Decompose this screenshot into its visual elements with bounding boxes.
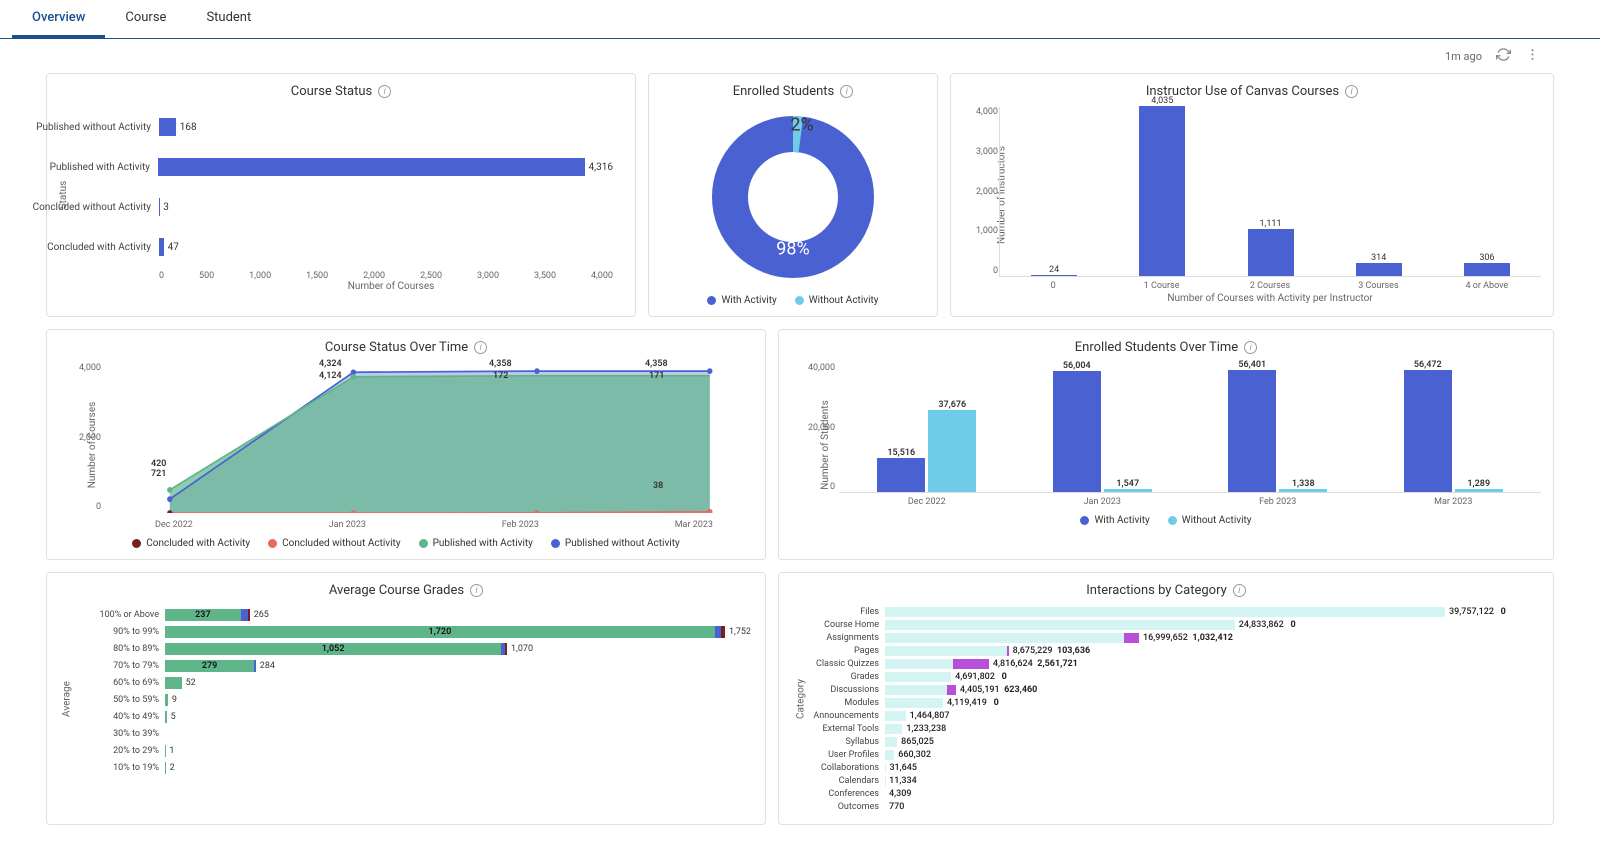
chart-title: Interactions by Category [1086,583,1227,598]
tab-overview[interactable]: Overview [12,0,105,38]
bar-row: 40% to 49%5 [89,708,753,725]
svg-text:98%: 98% [776,239,809,260]
bar-row: 100% or Above237265 [89,606,753,623]
bar-row: Pages8,675,229 103,636 [797,645,1541,657]
x-axis-label: Number of Courses [159,281,623,292]
card-enrolled-time: Enrolled Students Over Timei Number of S… [778,329,1554,560]
bar-row: Conferences4,309 [797,788,1541,800]
bar-row: Classic Quizzes4,816,624 2,561,721 [797,658,1541,670]
card-instructor-use: Instructor Use of Canvas Coursesi Number… [950,73,1554,317]
info-icon[interactable]: i [1345,85,1358,98]
x-axis-label: Number of Courses with Activity per Inst… [999,293,1541,304]
y-axis-label: Category [796,678,807,718]
bar-group: 56,4011,338 [1190,360,1366,492]
bar-row: 30% to 39% [89,725,753,742]
bar-row: Outcomes770 [797,801,1541,813]
bar-col: 4,035 [1108,96,1216,276]
card-avg-grades: Average Course Grades i Average 100% or A… [46,572,766,825]
bar-row: Concluded with Activity47 [159,227,613,267]
more-icon[interactable] [1525,47,1540,65]
card-course-status-time: Course Status Over Timei Number of Cours… [46,329,766,560]
bar-row: Files39,757,122 0 [797,606,1541,618]
legend: With Activity Without Activity [661,295,925,306]
bar-row: Grades4,691,802 0 [797,671,1541,683]
bar-row: Modules4,119,419 0 [797,697,1541,709]
tab-course[interactable]: Course [105,0,186,38]
donut-chart: 98% 2% [703,107,883,287]
bar-group: 56,4721,289 [1366,360,1542,492]
legend: With Activity Without Activity [791,515,1541,526]
bar-col: 1,111 [1216,219,1324,276]
bar-row: 60% to 69%52 [89,674,753,691]
card-enrolled-students: Enrolled Students i 98% 2% With Activity … [648,73,938,317]
info-icon[interactable]: i [474,341,487,354]
svg-text:2%: 2% [790,114,813,135]
info-icon[interactable]: i [470,584,483,597]
bar-row: Collaborations31,645 [797,762,1541,774]
bar-row: Concluded without Activity3 [159,187,613,227]
last-refreshed: 1m ago [1445,50,1482,63]
legend: Concluded with Activity Concluded withou… [59,538,753,549]
bar-row: Published with Activity4,316 [159,147,613,187]
bar-row: 10% to 19%2 [89,759,753,776]
bar-row: 70% to 79%279284 [89,657,753,674]
bar-row: Discussions4,405,191 623,460 [797,684,1541,696]
card-interactions: Interactions by Category i Category Files… [778,572,1554,825]
chart-title: Average Course Grades [329,583,464,598]
bar-col: 24 [1000,265,1108,276]
y-axis-label: Status [58,181,69,210]
bar-group: 56,0041,547 [1015,361,1191,492]
tabs: Overview Course Student [0,0,1600,39]
bar-row: Course Home24,833,862 0 [797,619,1541,631]
y-axis-label: Average [61,681,72,717]
info-icon[interactable]: i [378,85,391,98]
bar-row: Calendars11,334 [797,775,1541,787]
card-course-status: Course Status i Status Published without … [46,73,636,317]
bar-row: User Profiles660,302 [797,749,1541,761]
info-icon[interactable]: i [1233,584,1246,597]
bar-row: Announcements1,464,807 [797,710,1541,722]
info-icon[interactable]: i [840,85,853,98]
bar-row: 50% to 59%9 [89,691,753,708]
bar-col: 306 [1433,253,1541,276]
bar-row: 20% to 29%1 [89,742,753,759]
chart-title: Enrolled Students Over Time [1075,340,1238,355]
chart-title: Enrolled Students [733,84,835,99]
bar-row: Published without Activity168 [159,107,613,147]
tab-student[interactable]: Student [186,0,271,38]
info-icon[interactable]: i [1244,341,1257,354]
bar-row: External Tools1,233,238 [797,723,1541,735]
bar-row: 80% to 89%1,0521,070 [89,640,753,657]
bar-col: 314 [1325,253,1433,276]
bar-row: 90% to 99%1,7201,752 [89,623,753,640]
chart-title: Course Status [291,84,372,99]
toolbar: 1m ago [0,39,1600,73]
refresh-icon[interactable] [1496,47,1511,65]
bar-group: 15,51637,676 [839,400,1015,492]
bar-row: Assignments16,999,652 1,032,412 [797,632,1541,644]
bar-row: Syllabus865,025 [797,736,1541,748]
chart-title: Course Status Over Time [325,340,468,355]
